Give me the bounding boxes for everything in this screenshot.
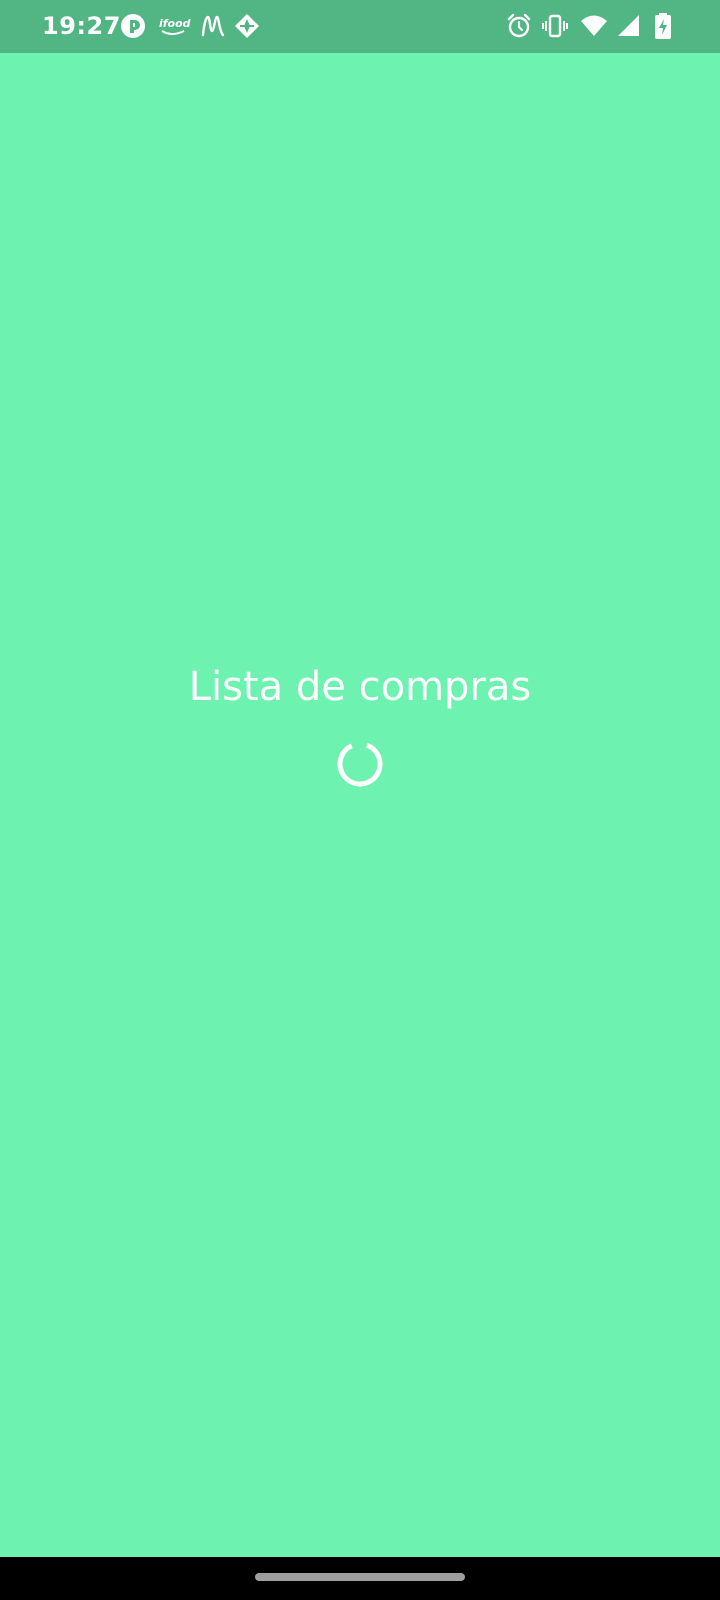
signal-icon [616,13,642,39]
ring-badge-icon [120,13,146,39]
diamond-nav-icon [234,13,260,39]
wifi-icon [580,13,608,39]
navigation-bar [0,1557,720,1600]
alarm-icon [506,13,532,39]
splash-screen [0,53,720,1557]
status-time: 19:27 [42,12,121,40]
home-gesture-handle[interactable] [255,1573,465,1581]
status-bar: 19:27 ifood [0,0,720,53]
ifood-icon: ifood [158,13,192,39]
loading-spinner [337,741,383,787]
app-title: Lista de compras [188,664,532,710]
vibrate-icon [542,13,568,39]
system-icons [500,13,720,41]
m-logo-icon [200,13,226,39]
battery-charging-icon [654,13,672,39]
ifood-logo-text: ifood [159,17,191,30]
